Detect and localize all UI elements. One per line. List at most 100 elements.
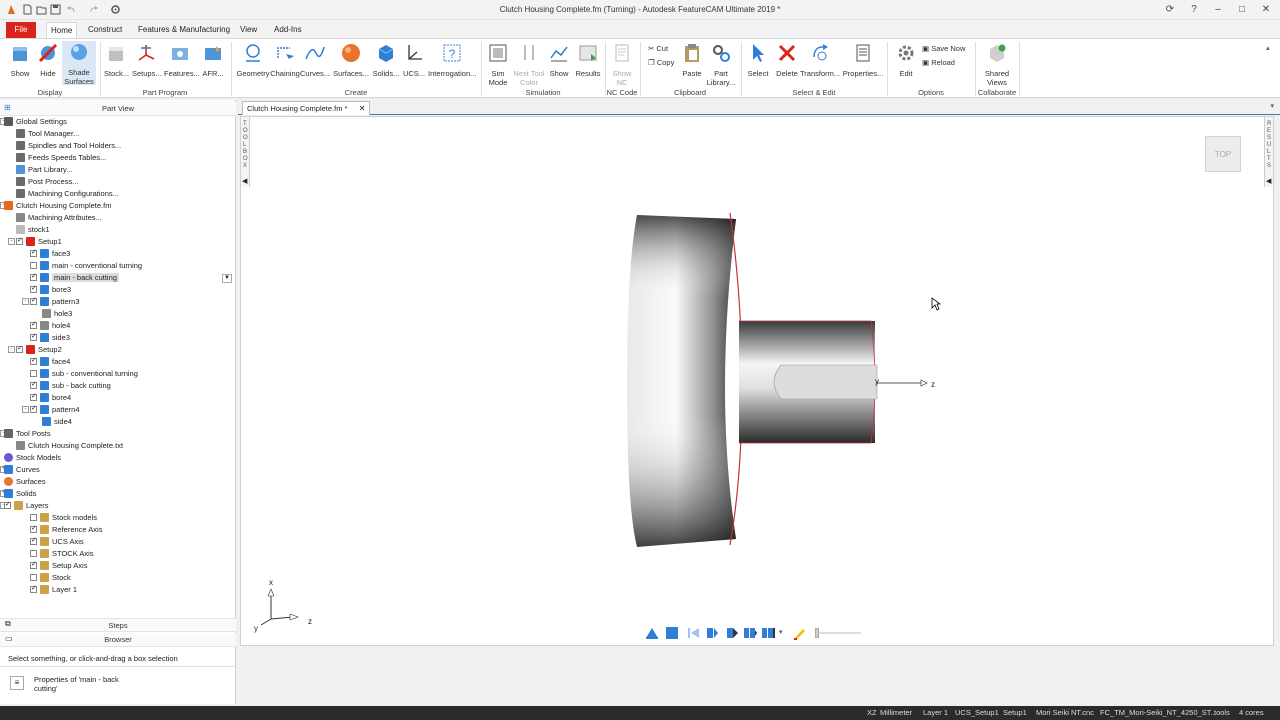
transform-button[interactable]: Transform... (800, 42, 840, 78)
tree-item[interactable]: Tool Posts (4, 428, 51, 440)
tree-expander-icon[interactable]: - (22, 298, 29, 305)
maximize-button[interactable]: □ (1235, 3, 1249, 17)
view-cube[interactable]: TOP (1205, 136, 1241, 172)
tree-checkbox[interactable] (30, 535, 37, 547)
tree-checkbox[interactable] (30, 370, 37, 377)
tree-item[interactable]: Setup2 (16, 343, 62, 356)
minimize-button[interactable]: – (1211, 3, 1225, 17)
results-strip[interactable]: RESULTS ◀ (1264, 117, 1273, 187)
steps-header[interactable]: Steps (0, 618, 236, 632)
chaining-button[interactable]: Chaining (270, 42, 300, 78)
cut-button[interactable]: ✂ Cut (648, 44, 668, 53)
tree-item[interactable]: Machining Configurations... (16, 188, 119, 200)
status-plane[interactable]: XZ (867, 706, 877, 720)
tree-item[interactable]: side3 (30, 331, 70, 344)
tree-checkbox[interactable] (30, 379, 37, 391)
tree-checkbox[interactable] (30, 391, 37, 403)
solids-button[interactable]: Solids... (372, 42, 400, 78)
tree-checkbox[interactable] (30, 319, 37, 331)
tree-checkbox[interactable] (30, 355, 37, 367)
stock-button[interactable]: Stock... (104, 42, 129, 78)
tree-item[interactable]: pattern4 (30, 403, 80, 416)
copy-button[interactable]: ❐ Copy (648, 58, 674, 67)
sync-icon[interactable]: ⟳ (1163, 3, 1177, 17)
save-now-button[interactable]: ▣ Save Now (922, 44, 965, 53)
stop-icon[interactable] (665, 626, 679, 640)
next-tool-color-button[interactable]: Next Tool Color (512, 42, 546, 87)
tree-checkbox[interactable] (30, 559, 37, 571)
tree-item[interactable]: Setup1 (16, 235, 62, 248)
tree-checkbox[interactable] (30, 574, 37, 581)
status-tools[interactable]: tools (1214, 706, 1230, 720)
tab-features-manufacturing[interactable]: Features & Manufacturing (134, 22, 234, 38)
tree-item[interactable]: Tool Manager... (16, 128, 79, 140)
tree-expander-icon[interactable]: - (8, 238, 15, 245)
show-button[interactable]: Show (8, 42, 32, 78)
tree-checkbox[interactable] (30, 331, 37, 343)
setups-button[interactable]: Setups... (132, 42, 162, 78)
speed-slider-thumb[interactable] (815, 628, 819, 638)
geometry-button[interactable]: Geometry (236, 42, 270, 78)
browser-header[interactable]: Browser (0, 633, 236, 647)
tree-item[interactable]: Spindles and Tool Holders... (16, 140, 121, 152)
reload-button[interactable]: ▣ Reload (922, 58, 955, 67)
tree-item[interactable]: STOCK Axis (30, 548, 94, 560)
results-button[interactable]: Results (574, 42, 602, 78)
collapse-ribbon-icon[interactable]: ▴ (1266, 43, 1270, 52)
speed-slider-track[interactable] (815, 632, 861, 634)
tree-dropdown-icon[interactable]: ▼ (222, 274, 232, 283)
tree-item[interactable]: side4 (42, 416, 72, 428)
tree-item[interactable]: Surfaces (4, 476, 46, 488)
tree-item[interactable]: hole3 (42, 308, 72, 320)
status-layer[interactable]: Layer 1 (923, 706, 948, 720)
highlight-pen-icon[interactable] (793, 626, 807, 640)
status-units[interactable]: Millimeter (880, 706, 912, 720)
tree-checkbox[interactable] (30, 403, 37, 415)
tab-list-dropdown-icon[interactable]: ▾ (1270, 102, 1274, 110)
help-icon[interactable]: ? (1187, 3, 1201, 17)
tree-item[interactable]: Clutch Housing Complete.fm (4, 200, 111, 212)
status-setup[interactable]: Setup1 (1003, 706, 1027, 720)
surfaces-button[interactable]: Surfaces... (333, 42, 369, 78)
results-expand-icon[interactable]: ◀ (1266, 177, 1271, 185)
tab-construct[interactable]: Construct (84, 22, 126, 38)
speed-dropdown-icon[interactable]: ▾ (779, 628, 783, 636)
afr-button[interactable]: AFR... (200, 42, 226, 78)
properties-button[interactable]: Properties... (842, 42, 884, 78)
tab-file[interactable]: File (6, 22, 36, 38)
tree-item[interactable]: Clutch Housing Complete.txt (16, 440, 123, 452)
tree-item[interactable]: face4 (30, 355, 70, 368)
tree-item[interactable]: sub - conventional turning (30, 368, 138, 380)
close-window-button[interactable]: ✕ (1259, 3, 1273, 17)
tree-checkbox[interactable] (30, 283, 37, 295)
status-ucs[interactable]: UCS_Setup1 (955, 706, 999, 720)
rewind-icon[interactable] (687, 626, 701, 640)
part-model[interactable] (621, 207, 951, 557)
sim-mode-button[interactable]: Sim Mode (486, 42, 510, 87)
tree-checkbox[interactable] (30, 295, 37, 307)
step-back-icon[interactable] (705, 626, 719, 640)
tab-home[interactable]: Home (46, 22, 78, 38)
tree-item[interactable]: main - back cutting (30, 271, 119, 284)
options-edit-button[interactable]: Edit (894, 42, 918, 78)
interrogation-button[interactable]: ? Interrogation... (428, 42, 476, 78)
delete-button[interactable]: Delete (774, 42, 800, 78)
tree-checkbox[interactable] (30, 247, 37, 259)
shade-surfaces-button[interactable]: Shade Surfaces (62, 41, 96, 86)
document-tab[interactable]: Clutch Housing Complete.fm * ✕ (242, 101, 371, 115)
tree-checkbox[interactable] (30, 523, 37, 535)
tree-checkbox[interactable] (16, 343, 23, 355)
tree-expander-icon[interactable]: - (22, 406, 29, 413)
tree-item[interactable]: sub - back cutting (30, 379, 111, 392)
tree-item[interactable]: Global Settings (4, 116, 67, 128)
tree-item[interactable]: face3 (30, 247, 70, 260)
tree-item[interactable]: Feeds Speeds Tables... (16, 152, 106, 164)
shared-views-button[interactable]: Shared Views (980, 42, 1014, 87)
tree-item[interactable]: pattern3 (30, 295, 80, 308)
tree-item[interactable]: Layers (4, 499, 49, 512)
tree-item[interactable]: Part Library... (16, 164, 72, 176)
tree-item[interactable]: Setup Axis (30, 559, 87, 572)
tree-checkbox[interactable] (30, 271, 37, 283)
tree-checkbox[interactable] (16, 235, 23, 247)
simulation-show-button[interactable]: Show (548, 42, 570, 78)
